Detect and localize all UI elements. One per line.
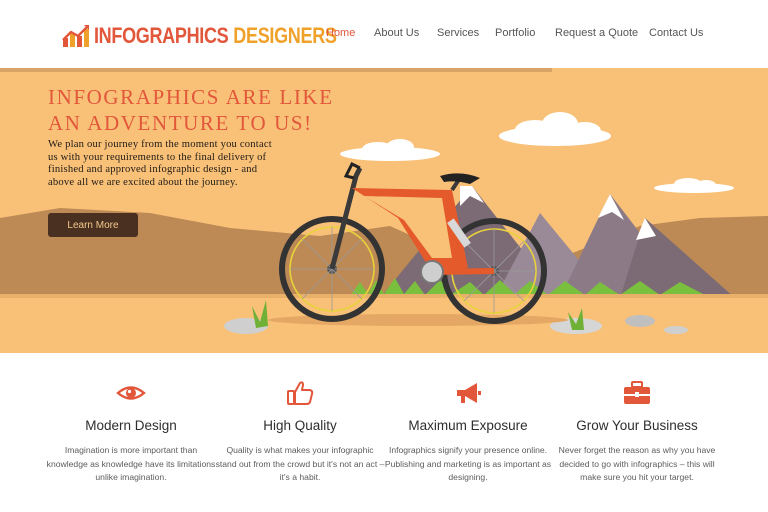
nav-item-services[interactable]: Services [437, 27, 479, 39]
feature-text: Imagination is more important than knowl… [46, 445, 216, 483]
site-header: INFOGRAPHICS DESIGNERS Home About Us Serv… [0, 0, 768, 68]
hero-banner: INFOGRAPHICS ARE LIKE AN ADVENTURE TO US… [0, 68, 768, 353]
feature-title: Modern Design [85, 418, 177, 433]
nav-item-portfolio[interactable]: Portfolio [495, 27, 535, 39]
nav-item-about-us[interactable]: About Us [374, 27, 419, 39]
main-nav: Home About Us Services Portfolio Request… [0, 27, 768, 43]
cloud-shape [340, 139, 440, 161]
ground-band [0, 294, 768, 298]
hero-top-divider [0, 68, 552, 72]
feature-text: Quality is what makes your infographic s… [215, 445, 385, 483]
feature-card-modern-design: Modern Design Imagination is more import… [46, 353, 216, 512]
learn-more-button[interactable]: Learn More [48, 213, 138, 237]
cloud-shape [499, 112, 611, 146]
feature-text: Never forget the reason as why you have … [558, 445, 716, 483]
feature-title: High Quality [263, 418, 337, 433]
megaphone-icon [457, 383, 481, 403]
eye-icon [116, 386, 146, 400]
nav-item-contact-us[interactable]: Contact Us [649, 27, 703, 39]
feature-title: Maximum Exposure [408, 418, 528, 433]
thumbs-up-icon [287, 381, 314, 405]
cloud-shape [654, 178, 734, 193]
feature-card-maximum-exposure: Maximum Exposure Infographics signify yo… [383, 353, 553, 512]
briefcase-icon [624, 381, 650, 404]
feature-title: Grow Your Business [576, 418, 698, 433]
hero-title: INFOGRAPHICS ARE LIKE AN ADVENTURE TO US… [48, 85, 334, 135]
feature-card-grow-business: Grow Your Business Never forget the reas… [552, 353, 722, 512]
feature-text: Infographics signify your presence onlin… [384, 445, 552, 483]
rock-shape [664, 326, 688, 334]
nav-item-request-quote[interactable]: Request a Quote [555, 27, 638, 39]
nav-item-home[interactable]: Home [326, 27, 355, 39]
hero-description: We plan our journey from the moment you … [48, 139, 272, 188]
feature-card-high-quality: High Quality Quality is what makes your … [215, 353, 385, 512]
rock-shape [625, 315, 655, 327]
features-section: Modern Design Imagination is more import… [0, 353, 768, 512]
